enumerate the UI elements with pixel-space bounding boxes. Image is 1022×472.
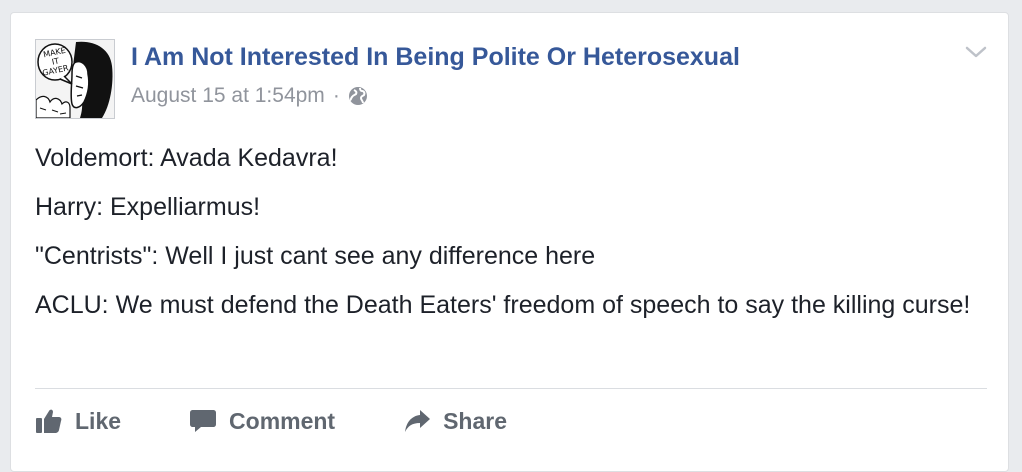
post-line: Voldemort: Avada Kedavra! [35, 144, 338, 172]
post-line: ACLU: We must defend the Death Eaters' f… [35, 291, 971, 319]
post-card: MAKE IT GAYER I Am Not Interested In Bei… [10, 12, 1009, 472]
actions-divider [35, 388, 987, 389]
meta-separator: · [332, 84, 340, 107]
post-meta: August 15 at 1:54pm · [131, 84, 368, 108]
chevron-down-icon[interactable] [963, 43, 989, 61]
comment-icon [190, 410, 217, 432]
comment-button[interactable]: Comment [189, 401, 335, 441]
like-label: Like [75, 407, 122, 434]
share-label: Share [443, 407, 508, 434]
globe-icon[interactable] [348, 86, 368, 106]
page-avatar[interactable]: MAKE IT GAYER [35, 39, 115, 119]
thumbs-up-icon [36, 409, 62, 433]
avatar-illustration: MAKE IT GAYER [36, 40, 114, 118]
post-timestamp[interactable]: August 15 at 1:54pm [131, 84, 325, 108]
like-button[interactable]: Like [35, 401, 121, 441]
comment-label: Comment [229, 407, 336, 434]
share-button[interactable]: Share [403, 401, 507, 441]
post-line: "Centrists": Well I just cant see any di… [35, 242, 596, 270]
post-body: Voldemort: Avada Kedavra! Harry: Expelli… [35, 141, 975, 337]
page-name-link[interactable]: I Am Not Interested In Being Polite Or H… [131, 43, 740, 72]
share-icon [405, 410, 431, 432]
post-actions: Like Comment Share [35, 401, 507, 441]
post-line: Harry: Expelliarmus! [35, 193, 261, 221]
